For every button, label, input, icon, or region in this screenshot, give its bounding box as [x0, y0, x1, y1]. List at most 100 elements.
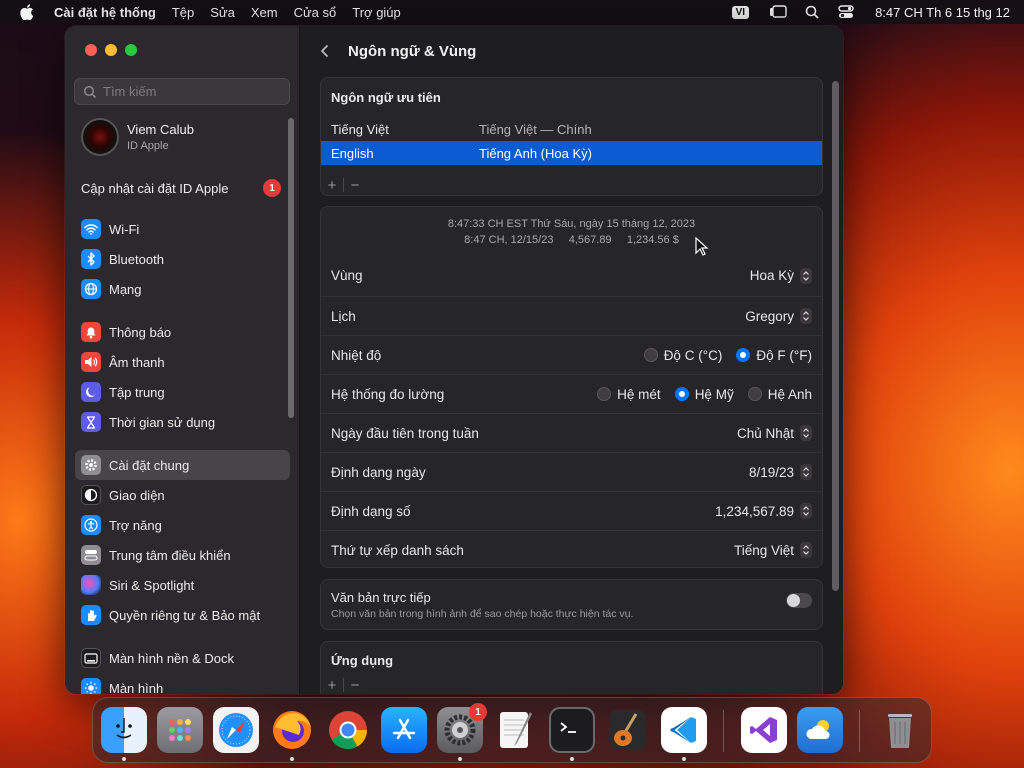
region-popup[interactable]: Hoa Kỳ: [749, 267, 812, 284]
remove-app-button[interactable]: −: [344, 677, 366, 694]
bluetooth-icon: [81, 249, 101, 269]
launchpad-icon[interactable]: [157, 707, 203, 753]
apple-id-profile[interactable]: Viem Calub ID Apple: [81, 118, 194, 156]
firefox-icon[interactable]: [269, 707, 315, 753]
apple-id-update-row[interactable]: Cập nhật cài đặt ID Apple 1: [81, 179, 281, 197]
sort-order-label: Thứ tự xếp danh sách: [331, 542, 464, 558]
main-scrollbar[interactable]: [832, 81, 839, 591]
sidebar-item-appearance[interactable]: Giao diện: [75, 480, 290, 510]
language-name: English: [331, 145, 374, 161]
calendar-row: Lịch Gregory: [321, 296, 822, 335]
menu-help[interactable]: Trợ giúp: [352, 5, 401, 20]
fahrenheit-radio[interactable]: Độ F (°F): [736, 348, 812, 363]
sidebar-item-bluetooth[interactable]: Bluetooth: [75, 244, 290, 274]
number-format-label: Định dạng số: [331, 503, 411, 519]
apple-menu-icon[interactable]: [18, 3, 36, 21]
uk-radio[interactable]: Hệ Anh: [747, 387, 812, 402]
search-field[interactable]: Tìm kiếm: [74, 78, 290, 105]
chevron-updown-icon: [800, 542, 812, 558]
us-label: Hệ Mỹ: [694, 386, 734, 402]
textedit-icon[interactable]: [493, 707, 539, 753]
close-button[interactable]: [85, 44, 97, 56]
first-day-popup[interactable]: Chủ Nhật: [737, 425, 812, 441]
visual-studio-icon[interactable]: [741, 707, 787, 753]
sidebar-item-focus[interactable]: Tập trung: [75, 377, 290, 407]
number-format-popup[interactable]: 1,234,567.89: [715, 503, 812, 519]
running-indicator: [458, 757, 462, 761]
celsius-radio[interactable]: Độ C (°C): [643, 348, 722, 363]
sidebar-item-general[interactable]: Cài đặt chung: [75, 450, 290, 480]
sidebar-item-label: Quyền riêng tư & Bảo mật: [109, 607, 261, 623]
weather-icon[interactable]: [797, 707, 843, 753]
control-center-icon[interactable]: [837, 4, 855, 20]
speaker-icon: [81, 352, 101, 372]
sidebar-item-notifications[interactable]: Thông báo: [75, 317, 290, 347]
garageband-icon[interactable]: [605, 707, 651, 753]
terminal-icon[interactable]: [549, 707, 595, 753]
avatar: [81, 118, 119, 156]
sidebar-item-siri-spotlight[interactable]: Siri & Spotlight: [75, 570, 290, 600]
sidebar-scrollbar[interactable]: [288, 118, 294, 418]
vscode-icon[interactable]: [661, 707, 707, 753]
sort-order-popup[interactable]: Tiếng Việt: [734, 542, 812, 558]
menu-view[interactable]: Xem: [251, 5, 278, 20]
sidebar-item-sound[interactable]: Âm thanh: [75, 347, 290, 377]
minimize-button[interactable]: [105, 44, 117, 56]
stage-manager-icon[interactable]: [769, 4, 787, 20]
sidebar-item-screen-time[interactable]: Thời gian sử dụng: [75, 407, 290, 437]
sidebar-item-label: Màn hình: [109, 680, 164, 695]
region-value: Hoa Kỳ: [749, 268, 794, 283]
remove-language-button[interactable]: −: [344, 177, 366, 194]
menu-file[interactable]: Tệp: [172, 5, 194, 20]
sidebar-item-privacy-security[interactable]: Quyền riêng tư & Bảo mật: [75, 600, 290, 630]
menu-clock[interactable]: 8:47 CH Th 6 15 thg 12: [875, 5, 1010, 20]
back-chevron-icon[interactable]: [318, 44, 332, 58]
app-store-icon[interactable]: [381, 707, 427, 753]
input-source-badge[interactable]: VI: [731, 5, 750, 19]
globe-icon: [81, 279, 101, 299]
calendar-label: Lịch: [331, 308, 356, 324]
temperature-row: Nhiệt độ Độ C (°C) Độ F (°F): [321, 335, 822, 374]
safari-icon[interactable]: [213, 707, 259, 753]
chrome-icon[interactable]: [325, 707, 371, 753]
calendar-popup[interactable]: Gregory: [745, 308, 812, 324]
zoom-button[interactable]: [125, 44, 137, 56]
add-language-button[interactable]: +: [321, 177, 343, 194]
bell-icon: [81, 322, 101, 342]
applications-card: Ứng dụng + −: [320, 641, 823, 694]
sidebar-item-wifi[interactable]: Wi-Fi: [75, 214, 290, 244]
menu-window[interactable]: Cửa sổ: [294, 5, 337, 20]
us-radio[interactable]: Hệ Mỹ: [674, 386, 734, 402]
add-app-button[interactable]: +: [321, 677, 343, 694]
menu-app-name[interactable]: Cài đặt hệ thống: [54, 5, 156, 20]
sidebar-item-accessibility[interactable]: Trợ năng: [75, 510, 290, 540]
live-text-toggle[interactable]: [786, 593, 812, 608]
finder-icon[interactable]: [101, 707, 147, 753]
sidebar-item-displays[interactable]: Màn hình: [75, 673, 290, 694]
chevron-updown-icon: [800, 267, 812, 284]
dock-divider: [859, 710, 860, 752]
language-row[interactable]: Tiếng Việt Tiếng Việt — Chính: [321, 117, 822, 141]
date-format-popup[interactable]: 8/19/23: [749, 464, 812, 480]
gear-icon: [81, 455, 101, 475]
menu-edit[interactable]: Sửa: [210, 5, 235, 20]
date-format-label: Định dạng ngày: [331, 464, 426, 480]
language-row-selected[interactable]: English Tiếng Anh (Hoa Kỳ): [321, 141, 822, 165]
mouse-cursor-icon: [695, 237, 709, 256]
search-icon[interactable]: [803, 4, 821, 20]
sidebar-item-control-center[interactable]: Trung tâm điều khiển: [75, 540, 290, 570]
sidebar-group-notifications: Thông báo Âm thanh Tập trung Thời gian s…: [75, 317, 290, 437]
metric-label: Hệ mét: [617, 386, 661, 402]
date-format-row: Định dạng ngày 8/19/23: [321, 452, 822, 491]
sidebar-group-general: Cài đặt chung Giao diện Trợ năng Trung t…: [75, 450, 290, 630]
sidebar-item-network[interactable]: Mạng: [75, 274, 290, 304]
sort-order-row: Thứ tự xếp danh sách Tiếng Việt: [321, 530, 822, 569]
menu-bar: Cài đặt hệ thống Tệp Sửa Xem Cửa sổ Trợ …: [0, 0, 1024, 24]
chevron-updown-icon: [800, 425, 812, 441]
first-day-value: Chủ Nhật: [736, 425, 794, 441]
main-panel: Ngôn ngữ & Vùng Ngôn ngữ ưu tiên Tiếng V…: [300, 26, 843, 694]
metric-radio[interactable]: Hệ mét: [597, 387, 661, 402]
sidebar-item-desktop-dock[interactable]: Màn hình nền & Dock: [75, 643, 290, 673]
trash-icon[interactable]: [877, 707, 923, 753]
update-badge: 1: [263, 179, 281, 197]
